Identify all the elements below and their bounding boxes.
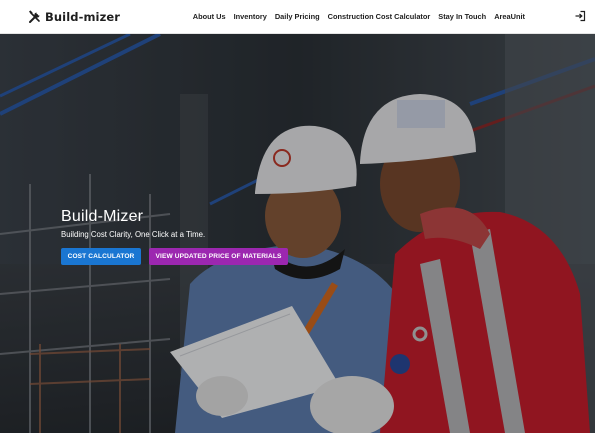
nav-daily-pricing[interactable]: Daily Pricing xyxy=(275,12,320,21)
login-icon[interactable] xyxy=(574,10,586,22)
view-material-prices-button[interactable]: VIEW UPDATED PRICE OF MATERIALS xyxy=(149,248,288,265)
nav-about-us[interactable]: About Us xyxy=(193,12,226,21)
hero-section: Build-Mizer Building Cost Clarity, One C… xyxy=(0,34,595,433)
nav-stay-in-touch[interactable]: Stay In Touch xyxy=(438,12,486,21)
brand-logo[interactable]: Build-mizer xyxy=(28,10,120,24)
nav-inventory[interactable]: Inventory xyxy=(234,12,267,21)
nav-construction-cost-calculator[interactable]: Construction Cost Calculator xyxy=(328,12,431,21)
hero-button-group: COST CALCULATOR VIEW UPDATED PRICE OF MA… xyxy=(61,248,288,265)
top-navbar: Build-mizer About Us Inventory Daily Pri… xyxy=(0,0,595,34)
hero-subtitle: Building Cost Clarity, One Click at a Ti… xyxy=(61,230,206,239)
hero-title: Build-Mizer xyxy=(61,208,144,225)
cost-calculator-button[interactable]: COST CALCULATOR xyxy=(61,248,141,265)
tools-icon xyxy=(28,9,42,24)
nav-area-unit[interactable]: AreaUnit xyxy=(494,12,525,21)
brand-name: Build-mizer xyxy=(45,9,121,24)
hero-content: Build-Mizer Building Cost Clarity, One C… xyxy=(61,208,288,265)
main-nav: About Us Inventory Daily Pricing Constru… xyxy=(185,12,525,21)
